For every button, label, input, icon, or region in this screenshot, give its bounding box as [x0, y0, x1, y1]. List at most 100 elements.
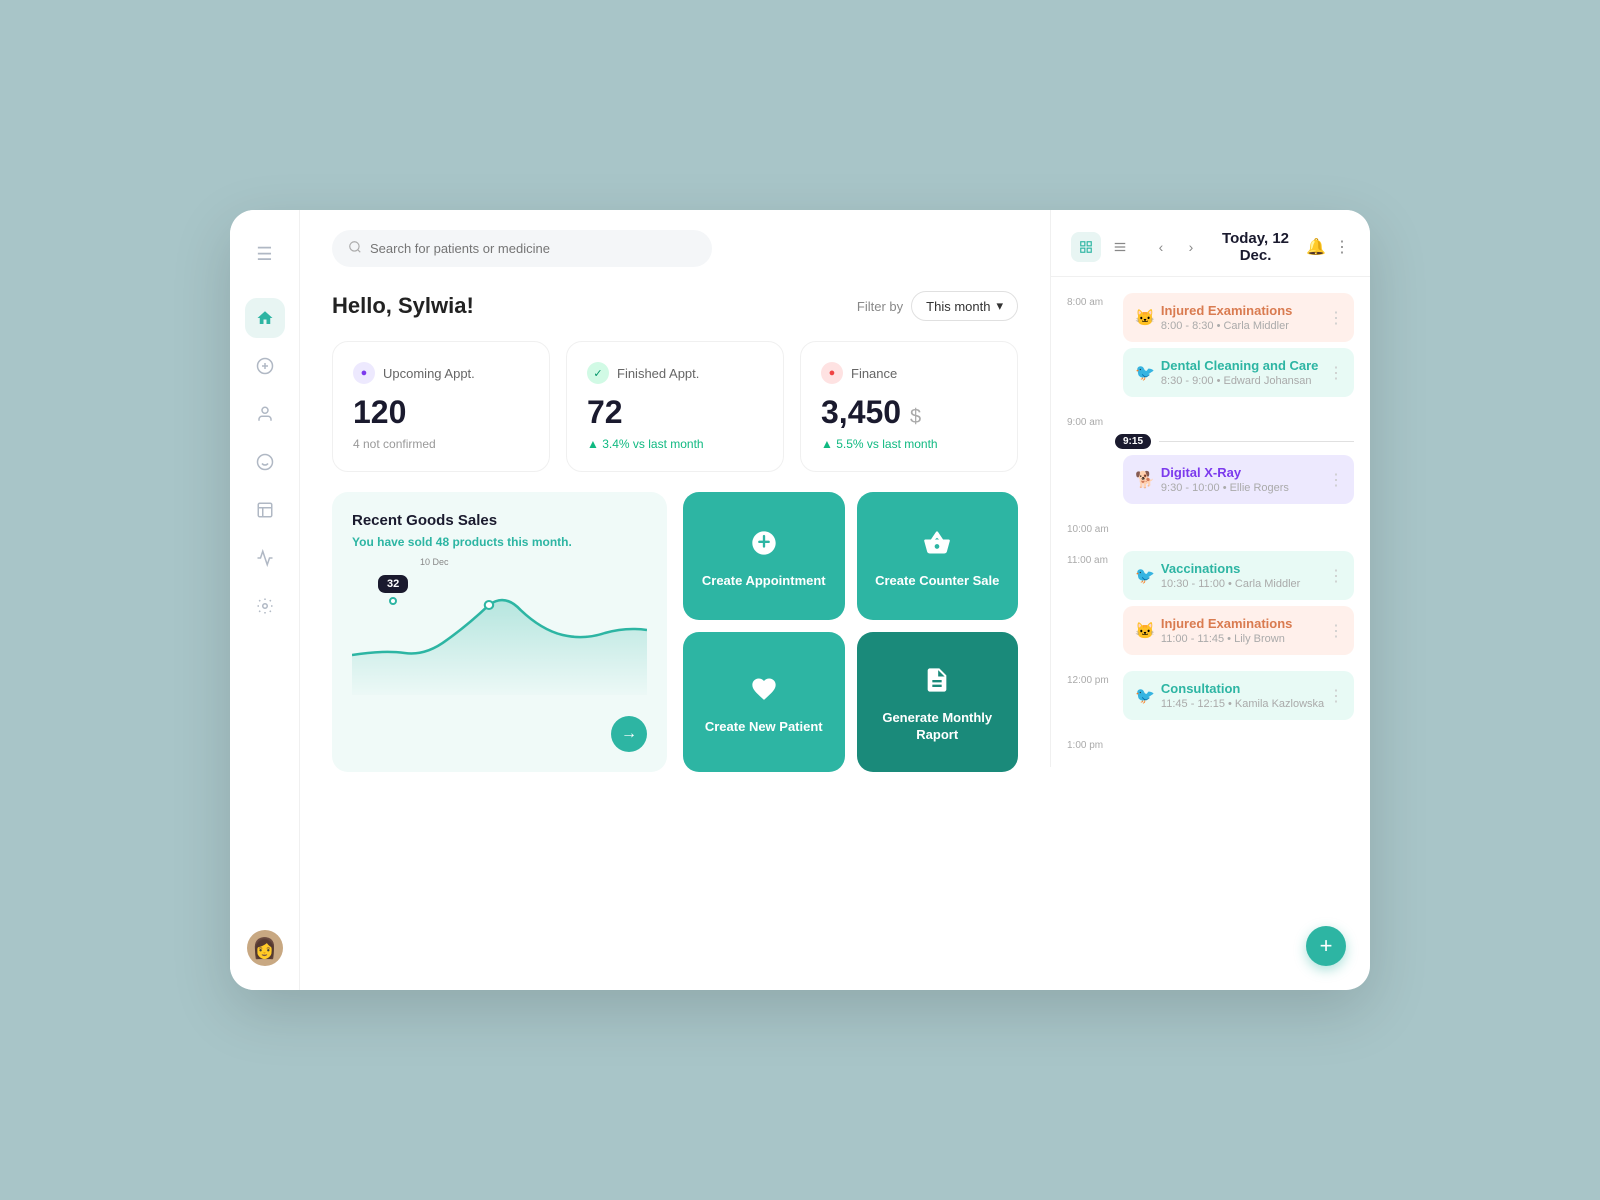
event-more-injured-2-icon[interactable]: ⋮ [1328, 621, 1344, 641]
time-block-12pm: 12:00 pm 🐦 Consultation 11:45 - 12:15 • … [1051, 667, 1370, 724]
time-block-8am: 8:00 am 🐱 Injured Examinations 8:00 - 8:… [1051, 289, 1370, 401]
top-bar [300, 210, 1050, 267]
stat-value-finished: 72 [587, 394, 763, 431]
sidebar-menu-icon[interactable]: ☰ [245, 234, 285, 274]
action-create-patient[interactable]: Create New Patient [683, 632, 845, 772]
event-more-icon[interactable]: ⋮ [1328, 308, 1344, 328]
stat-sub-upcoming: 4 not confirmed [353, 437, 529, 451]
sales-highlight: 48 products [436, 535, 504, 549]
search-bar[interactable] [332, 230, 712, 267]
event-title: Injured Examinations [1161, 303, 1292, 318]
action-create-appointment[interactable]: Create Appointment [683, 492, 845, 620]
event-time-xray: 9:30 - 10:00 • Ellie Rogers [1161, 482, 1289, 494]
time-block-10am: 10:00 am [1051, 516, 1370, 539]
event-injured-examinations-1[interactable]: 🐱 Injured Examinations 8:00 - 8:30 • Car… [1123, 293, 1354, 342]
event-more-dental-icon[interactable]: ⋮ [1328, 363, 1344, 383]
event-more-consultation-icon[interactable]: ⋮ [1328, 686, 1344, 706]
event-time-dental: 8:30 - 9:00 • Edward Johansan [1161, 375, 1318, 387]
right-panel: ‹ › Today, 12 Dec. 🔔 ⋮ 8:00 am 🐱 [1050, 210, 1370, 990]
main-content: Hello, Sylwia! Filter by This month ▾ ● … [300, 210, 1050, 990]
appointment-icon [744, 523, 784, 563]
sales-sub: You have sold 48 products this month. [352, 535, 647, 549]
sidebar-item-settings[interactable] [245, 586, 285, 626]
sidebar: ☰ 👩 [230, 210, 300, 990]
sales-title: Recent Goods Sales [352, 512, 647, 529]
sales-arrow-btn[interactable]: → [611, 716, 647, 752]
sidebar-item-home[interactable] [245, 298, 285, 338]
stat-sub-finance: ▲ 5.5% vs last month [821, 437, 997, 451]
filter-row: Filter by This month ▾ [857, 291, 1018, 321]
event-title-vaccinations: Vaccinations [1161, 561, 1300, 576]
stat-value-finance: 3,450 $ [821, 394, 997, 431]
action-create-counter-sale[interactable]: Create Counter Sale [857, 492, 1019, 620]
calendar-panel: ‹ › Today, 12 Dec. 🔔 ⋮ 8:00 am 🐱 [1050, 210, 1370, 767]
chart-date-label: 10 Dec [420, 557, 449, 567]
time-events-12pm: 🐦 Consultation 11:45 - 12:15 • Kamila Ka… [1123, 671, 1354, 720]
stat-label-finance: ● Finance [821, 362, 997, 384]
filter-button[interactable]: This month ▾ [911, 291, 1018, 321]
counter-sale-icon [917, 523, 957, 563]
time-label-9am: 9:00 am [1067, 413, 1115, 428]
time-marker-915: 9:15 [1051, 432, 1370, 451]
time-label-1pm: 1:00 pm [1067, 736, 1115, 751]
sales-card: Recent Goods Sales You have sold 48 prod… [332, 492, 667, 772]
event-time-consultation: 11:45 - 12:15 • Kamila Kazlowska [1161, 698, 1324, 710]
event-more-vaccinations-icon[interactable]: ⋮ [1328, 566, 1344, 586]
cal-date-title: Today, 12 Dec. [1213, 230, 1298, 264]
action-generate-report[interactable]: Generate Monthly Raport [857, 632, 1019, 772]
time-label-8am: 8:00 am [1067, 293, 1115, 397]
event-consultation[interactable]: 🐦 Consultation 11:45 - 12:15 • Kamila Ka… [1123, 671, 1354, 720]
filter-value: This month [926, 299, 990, 314]
time-events-9am [1123, 413, 1354, 428]
cal-next-btn[interactable]: › [1177, 233, 1205, 261]
time-block-9am: 9:00 am [1051, 409, 1370, 432]
sales-chart: 10 Dec 32 [352, 565, 647, 705]
cal-list-view-btn[interactable] [1105, 232, 1135, 262]
fab-add-button[interactable]: + [1306, 926, 1346, 966]
time-events-11am: 🐦 Vaccinations 10:30 - 11:00 • Carla Mid… [1123, 551, 1354, 655]
stat-label-finished: ✓ Finished Appt. [587, 362, 763, 384]
event-dental-cleaning[interactable]: 🐦 Dental Cleaning and Care 8:30 - 9:00 •… [1123, 348, 1354, 397]
finished-icon: ✓ [587, 362, 609, 384]
event-title-dental: Dental Cleaning and Care [1161, 358, 1318, 373]
event-more-xray-icon[interactable]: ⋮ [1328, 470, 1344, 490]
event-time-injured-2: 11:00 - 11:45 • Lily Brown [1161, 633, 1292, 645]
stat-value-upcoming: 120 [353, 394, 529, 431]
action-label-new-patient: Create New Patient [705, 719, 823, 736]
cal-grid-view-btn[interactable] [1071, 232, 1101, 262]
user-avatar[interactable]: 👩 [247, 930, 283, 966]
time-label-11am: 11:00 am [1067, 551, 1115, 655]
time-marker-line [1159, 441, 1354, 442]
stat-card-finance: ● Finance 3,450 $ ▲ 5.5% vs last month [800, 341, 1018, 472]
calendar-body: 8:00 am 🐱 Injured Examinations 8:00 - 8:… [1051, 277, 1370, 767]
event-title-injured-2: Injured Examinations [1161, 616, 1292, 631]
finance-icon: ● [821, 362, 843, 384]
event-digital-xray[interactable]: 🐕 Digital X-Ray 9:30 - 10:00 • Ellie Rog… [1123, 455, 1354, 504]
search-input[interactable] [370, 241, 696, 256]
event-vaccinations[interactable]: 🐦 Vaccinations 10:30 - 11:00 • Carla Mid… [1123, 551, 1354, 600]
sidebar-item-pets[interactable] [245, 442, 285, 482]
bell-icon[interactable]: 🔔 [1306, 237, 1326, 257]
cal-view-toggle [1071, 232, 1135, 262]
action-label-counter-sale: Create Counter Sale [875, 573, 999, 590]
time-label-xray [1067, 455, 1115, 504]
bottom-row: Recent Goods Sales You have sold 48 prod… [332, 492, 1018, 772]
stat-card-finished: ✓ Finished Appt. 72 ▲ 3.4% vs last month [566, 341, 784, 472]
filter-label: Filter by [857, 299, 903, 314]
action-label-appointment: Create Appointment [702, 573, 826, 590]
time-label-10am: 10:00 am [1067, 520, 1115, 535]
calendar-header: ‹ › Today, 12 Dec. 🔔 ⋮ [1051, 210, 1370, 277]
stat-label-upcoming: ● Upcoming Appt. [353, 362, 529, 384]
cal-more-icon[interactable]: ⋮ [1334, 237, 1350, 257]
event-injured-examinations-2[interactable]: 🐱 Injured Examinations 11:00 - 11:45 • L… [1123, 606, 1354, 655]
sidebar-item-add[interactable] [245, 346, 285, 386]
app-container: ☰ 👩 [230, 210, 1370, 990]
time-events-1pm [1123, 736, 1354, 751]
sidebar-item-reports[interactable] [245, 538, 285, 578]
cal-prev-btn[interactable]: ‹ [1147, 233, 1175, 261]
time-block-1pm: 1:00 pm [1051, 732, 1370, 755]
sidebar-item-patients[interactable] [245, 394, 285, 434]
time-events-10am [1123, 520, 1354, 535]
sidebar-item-records[interactable] [245, 490, 285, 530]
time-label-12pm: 12:00 pm [1067, 671, 1115, 720]
